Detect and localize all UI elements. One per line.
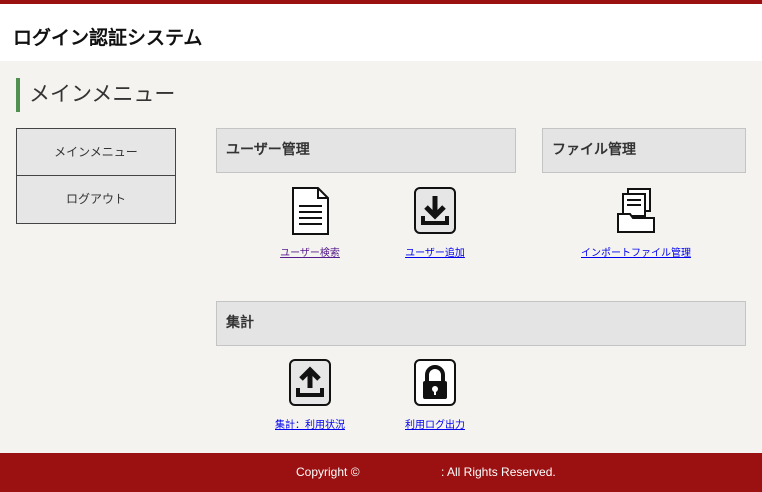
usage-log-tile: 利用ログ出力 (395, 358, 475, 432)
sidebar-item-logout[interactable]: ログアウト (16, 176, 176, 224)
usage-stats-tile: 集計：利用状況 (260, 358, 360, 432)
app-header: ログイン認証システム (0, 4, 762, 61)
lock-icon[interactable] (413, 358, 457, 408)
document-icon[interactable] (288, 186, 332, 236)
footer-copyright: Copyright © (296, 465, 360, 479)
import-file-tile: インポートファイル管理 (570, 186, 702, 260)
section-stats-header: 集計 (216, 301, 746, 346)
import-file-link[interactable]: インポートファイル管理 (581, 244, 691, 259)
page-title: メインメニュー (16, 78, 175, 112)
footer-rights: : All Rights Reserved. (441, 465, 556, 479)
user-search-link[interactable]: ユーザー検索 (280, 244, 340, 259)
footer: Copyright © : All Rights Reserved. (0, 453, 762, 492)
upload-icon[interactable] (288, 358, 332, 408)
file-tray-icon[interactable] (614, 186, 658, 236)
user-add-link[interactable]: ユーザー追加 (405, 244, 465, 259)
download-icon[interactable] (413, 186, 457, 236)
usage-log-link[interactable]: 利用ログ出力 (405, 416, 465, 431)
section-user-management-header: ユーザー管理 (216, 128, 516, 173)
sidebar-item-main-menu[interactable]: メインメニュー (16, 128, 176, 176)
sidebar-nav: メインメニュー ログアウト (16, 128, 176, 224)
app-title: ログイン認証システム (13, 27, 203, 49)
user-add-tile: ユーザー追加 (395, 186, 475, 260)
section-file-management-header: ファイル管理 (542, 128, 746, 173)
user-search-tile: ユーザー検索 (270, 186, 350, 260)
usage-stats-link[interactable]: 集計：利用状況 (275, 416, 345, 431)
